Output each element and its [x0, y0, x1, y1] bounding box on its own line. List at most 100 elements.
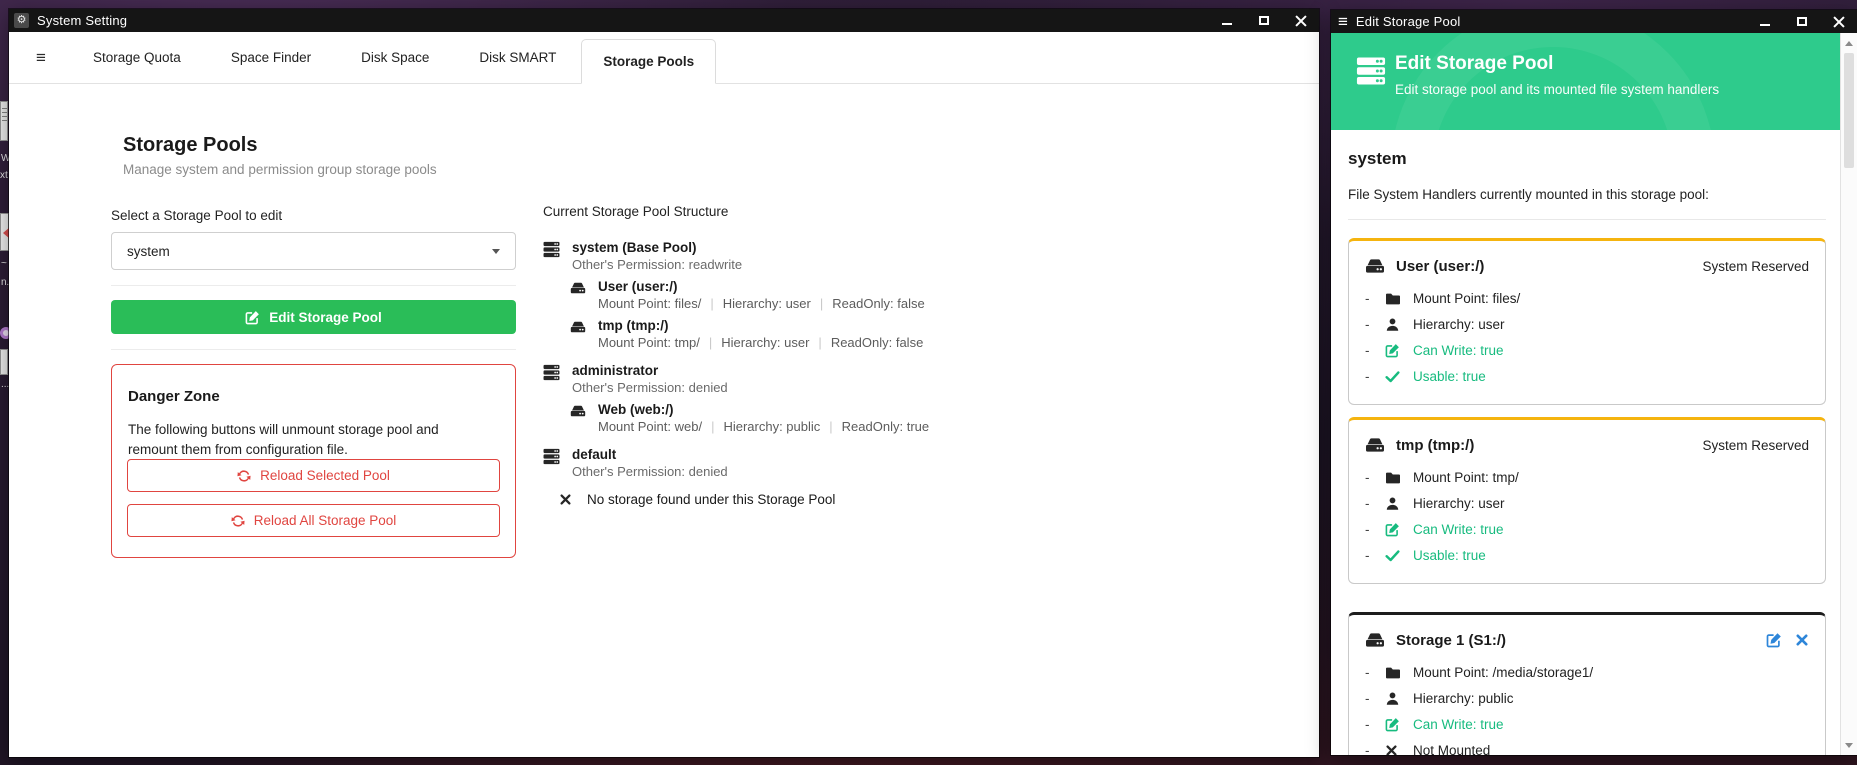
empty-message-text: No storage found under this Storage Pool [587, 492, 835, 507]
scroll-up-arrow[interactable] [1841, 35, 1857, 51]
mount-name: User (user:/) [598, 279, 925, 294]
tab-storage-quota[interactable]: Storage Quota [68, 50, 206, 65]
handler-card-tmp: tmp (tmp:/) System Reserved Mount Point:… [1348, 417, 1826, 584]
edit-icon [245, 310, 260, 325]
tree-pool-default: default Other's Permission: denied [543, 447, 1163, 479]
mount-point: Mount Point: web/ [598, 419, 702, 434]
remove-handler-button[interactable] [1795, 633, 1809, 647]
system-reserved-badge: System Reserved [1702, 438, 1809, 453]
handler-name: User (user:/) [1396, 258, 1484, 275]
can-write-text: Can Write: true [1413, 522, 1504, 537]
user-icon [1385, 496, 1401, 511]
user-icon [1385, 317, 1401, 332]
close-icon [1295, 15, 1307, 27]
divider [111, 285, 516, 286]
desktop-doc-icon [0, 349, 8, 375]
user-icon [1385, 691, 1401, 706]
tab-space-finder[interactable]: Space Finder [206, 50, 336, 65]
hdd-icon [570, 319, 586, 350]
hdd-icon [570, 403, 586, 434]
tab-disk-smart[interactable]: Disk SMART [454, 50, 581, 65]
not-mounted-text: Not Mounted [1413, 743, 1490, 755]
edit-icon [1385, 343, 1401, 358]
chevron-down-icon [492, 249, 500, 254]
reload-selected-pool-button[interactable]: Reload Selected Pool [127, 459, 500, 492]
maximize-button[interactable] [1783, 10, 1820, 33]
tab-storage-pools[interactable]: Storage Pools [581, 39, 716, 84]
tree-pool-system: system (Base Pool) Other's Permission: r… [543, 240, 1163, 272]
reload-all-pool-button[interactable]: Reload All Storage Pool [127, 504, 500, 537]
minimize-button[interactable] [1208, 9, 1245, 32]
close-button[interactable] [1820, 10, 1857, 33]
mount-readonly: ReadOnly: false [811, 296, 925, 311]
mount-hierarchy: Hierarchy: user [700, 335, 810, 350]
edit-icon [1385, 522, 1401, 537]
edit-storage-pool-button[interactable]: Edit Storage Pool [111, 300, 516, 334]
reload-all-pool-label: Reload All Storage Pool [254, 513, 397, 528]
minimize-button[interactable] [1746, 10, 1783, 33]
mount-hierarchy: Hierarchy: user [701, 296, 811, 311]
minimize-icon [1222, 23, 1232, 25]
desktop-media-icon [0, 213, 9, 251]
check-icon [1385, 548, 1401, 563]
handler-mount-point: Mount Point: tmp/ [1365, 468, 1809, 487]
hdd-icon [570, 280, 586, 311]
maximize-icon [1259, 16, 1269, 25]
edit-pool-titlebar: ≡ Edit Storage Pool [1331, 10, 1857, 33]
edit-handler-button[interactable] [1766, 632, 1782, 648]
handler-hierarchy: Hierarchy: user [1365, 315, 1809, 334]
menu-icon[interactable]: ≡ [30, 48, 52, 68]
handler-name: Storage 1 (S1:/) [1396, 632, 1506, 649]
danger-zone-title: Danger Zone [128, 388, 500, 405]
scrollbar-thumb[interactable] [1844, 53, 1854, 168]
mount-point-text: Mount Point: files/ [1413, 291, 1520, 306]
chevron-up-icon [1845, 41, 1853, 46]
tab-disk-space[interactable]: Disk Space [336, 50, 454, 65]
handler-usable: Usable: true [1365, 546, 1809, 565]
mount-point: Mount Point: tmp/ [598, 335, 700, 350]
mount-name: tmp (tmp:/) [598, 318, 923, 333]
list-icon: ≡ [1338, 12, 1348, 32]
x-mark-icon [559, 493, 572, 506]
server-icon [543, 448, 560, 479]
chevron-down-icon [1845, 743, 1853, 748]
pool-select-value: system [127, 244, 170, 259]
tree-mount-web: Web (web:/) Mount Point: web/Hierarchy: … [570, 402, 1163, 434]
system-setting-window: ⚙ System Setting ≡ Storage Quota Space F… [9, 9, 1319, 757]
mount-hierarchy: Hierarchy: public [702, 419, 820, 434]
mount-readonly: ReadOnly: false [809, 335, 923, 350]
close-button[interactable] [1282, 9, 1319, 32]
hdd-icon [1365, 435, 1385, 455]
minimize-icon [1760, 24, 1770, 26]
hierarchy-text: Hierarchy: user [1413, 496, 1505, 511]
system-setting-titlebar: ⚙ System Setting [9, 9, 1319, 32]
scroll-down-arrow[interactable] [1841, 737, 1857, 753]
desktop-icon-label: ~ [1, 258, 7, 269]
edit-storage-pool-label: Edit Storage Pool [269, 310, 382, 325]
folder-icon [1385, 470, 1401, 486]
pool-name: default [572, 447, 728, 462]
pool-select[interactable]: system [111, 232, 516, 270]
refresh-icon [237, 469, 251, 483]
handler-hierarchy: Hierarchy: user [1365, 494, 1809, 513]
pool-permission: Other's Permission: denied [572, 380, 728, 395]
can-write-text: Can Write: true [1413, 717, 1504, 732]
structure-label: Current Storage Pool Structure [543, 204, 1163, 219]
tree-empty-message: No storage found under this Storage Pool [559, 492, 1163, 507]
pool-select-label: Select a Storage Pool to edit [111, 208, 516, 223]
hdd-icon [1365, 630, 1385, 650]
maximize-button[interactable] [1245, 9, 1282, 32]
usable-text: Usable: true [1413, 548, 1486, 563]
tree-pool-administrator: administrator Other's Permission: denied [543, 363, 1163, 395]
handler-can-write: Can Write: true [1365, 341, 1809, 360]
pool-name: system (Base Pool) [572, 240, 742, 255]
storage-pools-panel: Storage Pools Manage system and permissi… [9, 108, 1319, 757]
folder-icon [1385, 291, 1401, 307]
server-icon [543, 241, 560, 272]
folder-icon [1385, 665, 1401, 681]
reload-selected-pool-label: Reload Selected Pool [260, 468, 390, 483]
page-subtitle: Manage system and permission group stora… [123, 162, 516, 177]
usable-text: Usable: true [1413, 369, 1486, 384]
mount-point-text: Mount Point: tmp/ [1413, 470, 1519, 485]
scrollbar[interactable] [1840, 33, 1857, 755]
